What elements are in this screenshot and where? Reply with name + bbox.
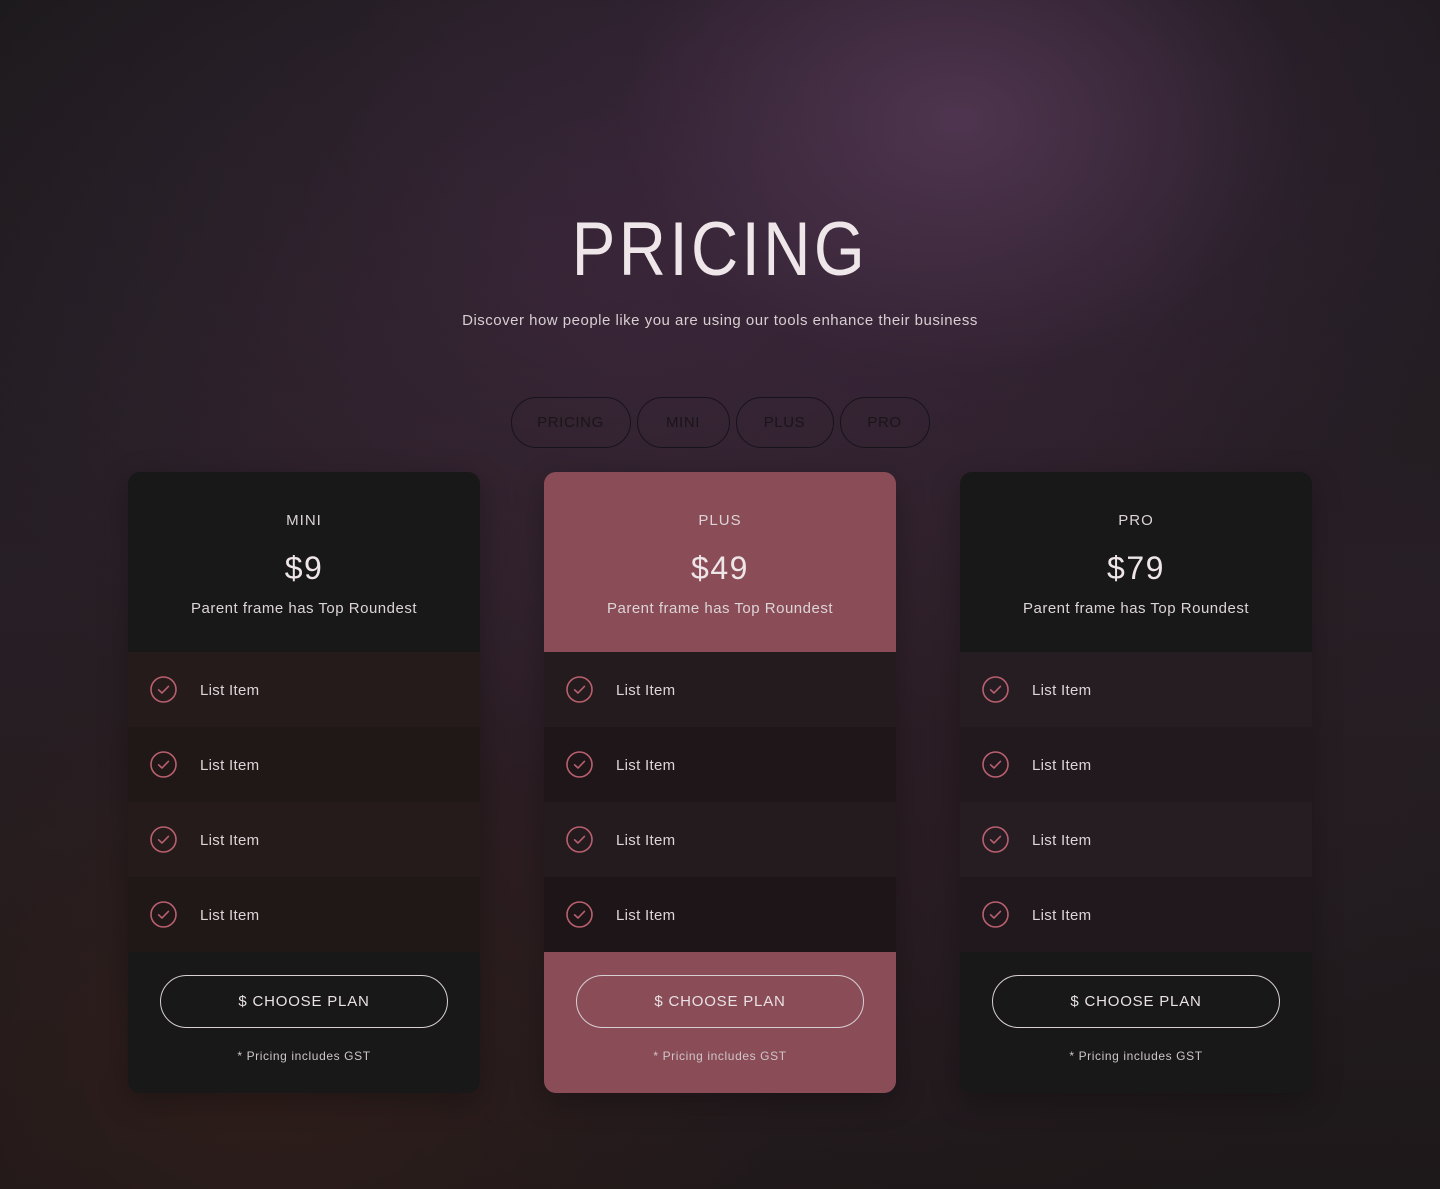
card-footer: $ CHOOSE PLAN * Pricing includes GST: [128, 952, 480, 1093]
list-item-label: List Item: [1032, 757, 1092, 774]
list-item: List Item: [128, 652, 480, 727]
page-subtitle: Discover how people like you are using o…: [462, 312, 978, 329]
plan-name: PLUS: [698, 512, 742, 529]
card-header: PLUS $49 Parent frame has Top Roundest: [544, 472, 896, 652]
list-item-label: List Item: [1032, 832, 1092, 849]
list-item-label: List Item: [616, 757, 676, 774]
list-item: List Item: [544, 652, 896, 727]
check-circle-icon: [566, 751, 593, 778]
pricing-note: * Pricing includes GST: [1069, 1049, 1203, 1063]
card-footer: $ CHOOSE PLAN * Pricing includes GST: [544, 952, 896, 1093]
pricing-note: * Pricing includes GST: [237, 1049, 371, 1063]
check-circle-icon: [982, 901, 1009, 928]
list-item-label: List Item: [200, 682, 260, 699]
list-item: List Item: [960, 727, 1312, 802]
plan-name: MINI: [286, 512, 322, 529]
card-header: PRO $79 Parent frame has Top Roundest: [960, 472, 1312, 652]
plan-price: $79: [1107, 550, 1165, 586]
plan-price: $9: [284, 550, 324, 586]
list-item: List Item: [128, 877, 480, 952]
choose-plan-button[interactable]: $ CHOOSE PLAN: [160, 975, 448, 1028]
plan-description: Parent frame has Top Roundest: [190, 600, 418, 617]
list-item-label: List Item: [200, 757, 260, 774]
card-footer: $ CHOOSE PLAN * Pricing includes GST: [960, 952, 1312, 1093]
plan-description: Parent frame has Top Roundest: [1022, 600, 1250, 617]
check-circle-icon: [150, 676, 177, 703]
list-item-label: List Item: [616, 682, 676, 699]
page-title: PRICING: [571, 207, 869, 292]
choose-plan-button[interactable]: $ CHOOSE PLAN: [992, 975, 1280, 1028]
list-item-label: List Item: [200, 832, 260, 849]
list-item-label: List Item: [616, 832, 676, 849]
choose-plan-button[interactable]: $ CHOOSE PLAN: [576, 975, 864, 1028]
list-item: List Item: [544, 877, 896, 952]
tab-mini[interactable]: MINI: [636, 397, 730, 448]
list-item: List Item: [544, 802, 896, 877]
tab-pro[interactable]: PRO: [839, 397, 930, 448]
list-item: List Item: [960, 877, 1312, 952]
tab-plus[interactable]: PLUS: [735, 397, 834, 448]
list-item-label: List Item: [1032, 682, 1092, 699]
list-item: List Item: [960, 802, 1312, 877]
list-item: List Item: [960, 652, 1312, 727]
pricing-note: * Pricing includes GST: [653, 1049, 787, 1063]
check-circle-icon: [982, 676, 1009, 703]
pricing-card-plus: PLUS $49 Parent frame has Top Roundest L…: [544, 472, 896, 1093]
list-item-label: List Item: [200, 907, 260, 924]
list-item: List Item: [128, 727, 480, 802]
check-circle-icon: [150, 826, 177, 853]
check-circle-icon: [150, 751, 177, 778]
check-circle-icon: [982, 751, 1009, 778]
list-item-label: List Item: [616, 907, 676, 924]
plan-name: PRO: [1118, 512, 1154, 529]
plan-price: $49: [691, 550, 749, 586]
list-item: List Item: [544, 727, 896, 802]
check-circle-icon: [566, 901, 593, 928]
plan-tabs: PRICING MINI PLUS PRO: [0, 397, 1440, 448]
pricing-card-pro: PRO $79 Parent frame has Top Roundest Li…: [960, 472, 1312, 1093]
check-circle-icon: [982, 826, 1009, 853]
card-header: MINI $9 Parent frame has Top Roundest: [128, 472, 480, 652]
pricing-card-mini: MINI $9 Parent frame has Top Roundest Li…: [128, 472, 480, 1093]
list-item: List Item: [128, 802, 480, 877]
check-circle-icon: [566, 826, 593, 853]
plan-description: Parent frame has Top Roundest: [606, 600, 834, 617]
check-circle-icon: [150, 901, 177, 928]
tab-pricing[interactable]: PRICING: [510, 397, 631, 448]
check-circle-icon: [566, 676, 593, 703]
list-item-label: List Item: [1032, 907, 1092, 924]
